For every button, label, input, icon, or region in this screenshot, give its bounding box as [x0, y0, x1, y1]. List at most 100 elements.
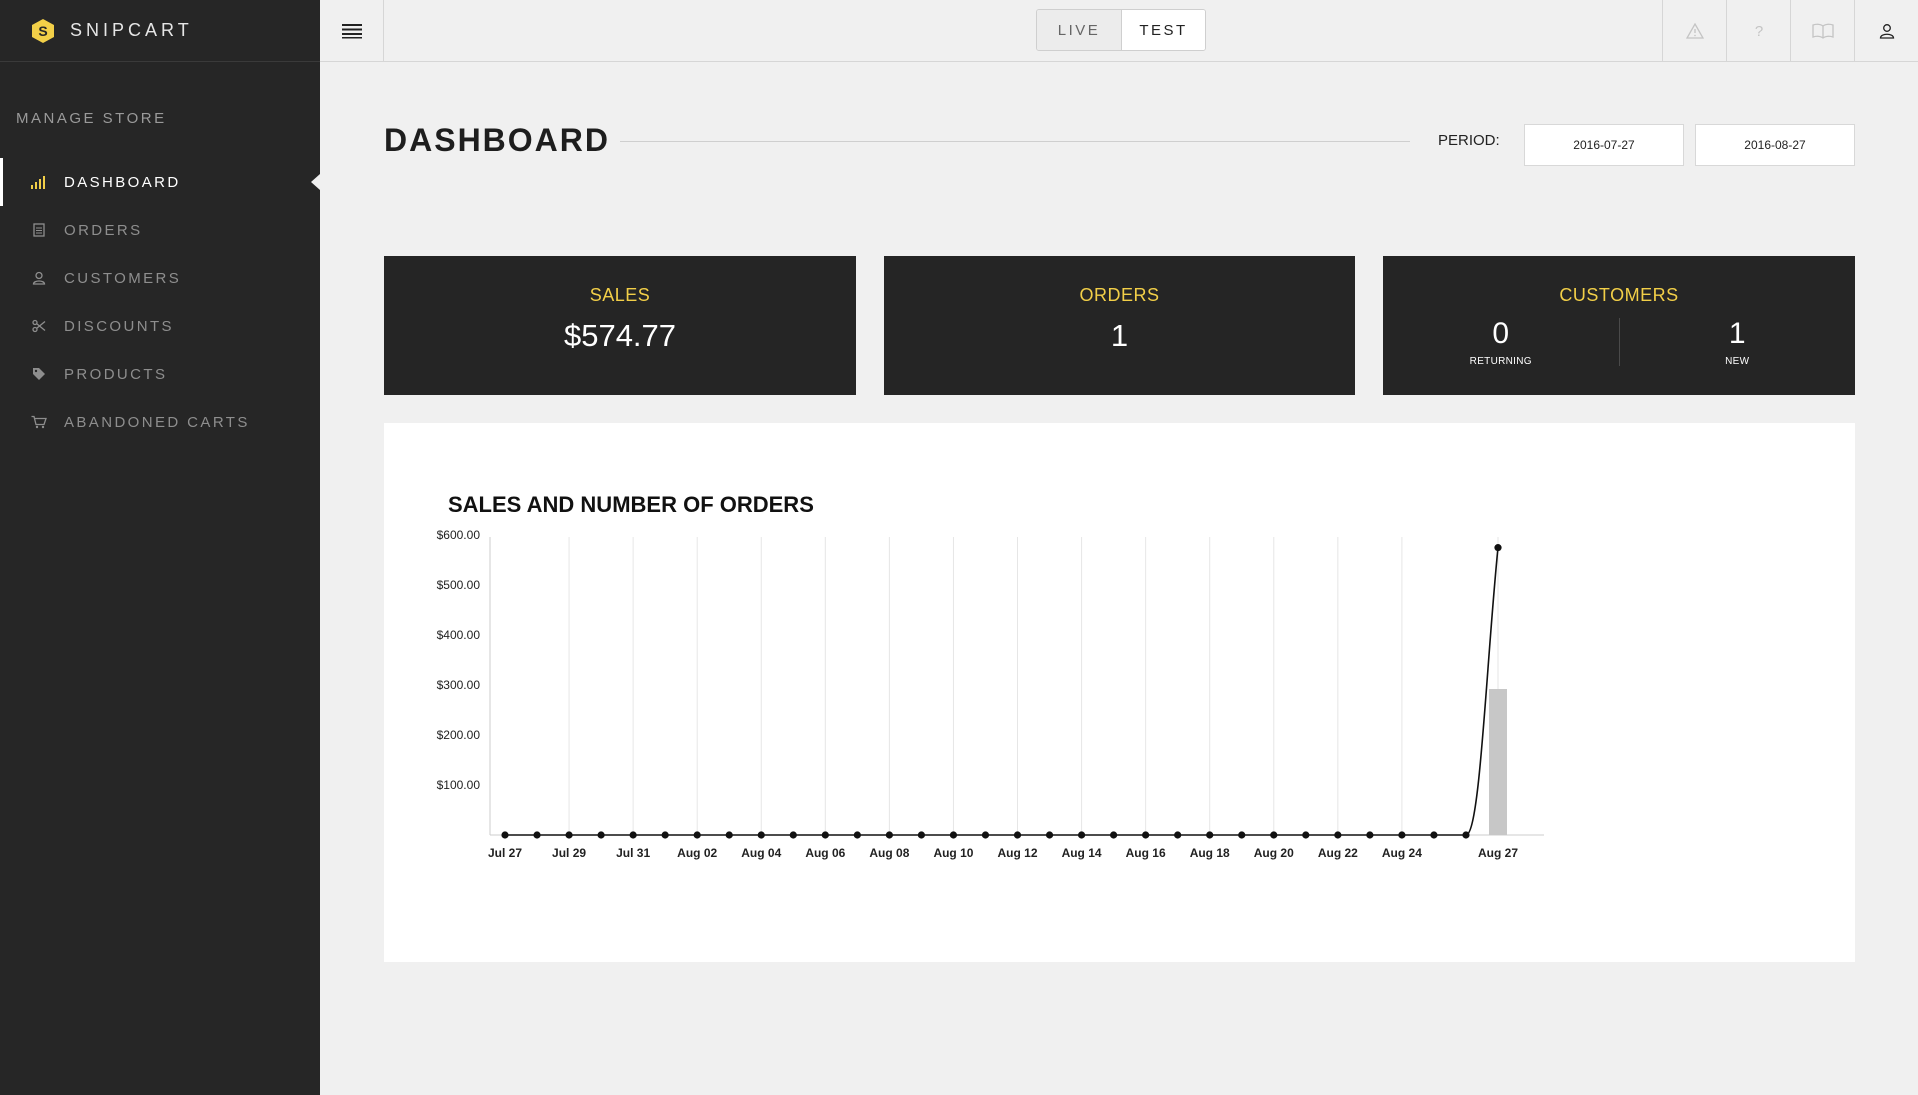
help-button[interactable]: ?: [1726, 0, 1790, 61]
sales-point: [757, 831, 765, 839]
returning-customers-value: 0: [1492, 317, 1510, 350]
period-end-date-input[interactable]: [1695, 124, 1855, 166]
orders-card: ORDERS 1: [884, 256, 1355, 395]
x-tick-label: Aug 02: [677, 846, 717, 860]
svg-text:S: S: [38, 23, 47, 39]
sales-point: [917, 831, 926, 839]
sales-orders-chart-card: SALES AND NUMBER OF ORDERS Jul 27 Jul 29 J…: [384, 423, 1855, 962]
x-tick-label: Aug 20: [1254, 846, 1294, 860]
y-tick-label: $500.00: [437, 578, 481, 592]
sidebar: S SNIPCART MANAGE STORE DASHBOARD ORDERS…: [0, 0, 320, 1095]
account-button[interactable]: [1854, 0, 1918, 61]
sidebar-nav: DASHBOARD ORDERS CUSTOMERS DISCOUNTS PRO…: [0, 158, 320, 446]
page-title: DASHBOARD: [384, 122, 610, 158]
x-tick-label: Aug 14: [1062, 846, 1102, 860]
sales-point: [1142, 831, 1150, 839]
sales-point: [629, 831, 637, 839]
scissors-icon: [30, 317, 48, 335]
sales-point: [1238, 831, 1246, 839]
sales-point: [821, 831, 829, 839]
x-tick-label: Jul 27: [488, 846, 522, 860]
env-test-button[interactable]: TEST: [1121, 10, 1205, 50]
env-live-button[interactable]: LIVE: [1037, 10, 1121, 50]
sidebar-item-label: DASHBOARD: [64, 173, 181, 191]
y-tick-label: $600.00: [437, 528, 481, 542]
sales-point: [1302, 831, 1310, 839]
y-tick-label: $400.00: [437, 628, 481, 642]
brand[interactable]: S SNIPCART: [0, 0, 320, 62]
warning-icon: [1685, 22, 1704, 39]
sidebar-item-customers[interactable]: CUSTOMERS: [0, 254, 320, 302]
sidebar-item-products[interactable]: PRODUCTS: [0, 350, 320, 398]
snipcart-logo-icon: S: [32, 18, 54, 43]
sales-point: [501, 831, 509, 839]
sales-point: [693, 831, 701, 839]
sidebar-item-discounts[interactable]: DISCOUNTS: [0, 302, 320, 350]
sales-card: SALES $574.77: [384, 256, 856, 395]
menu-toggle-button[interactable]: [320, 0, 384, 61]
sidebar-item-orders[interactable]: ORDERS: [0, 206, 320, 254]
sales-orders-chart: Jul 27 Jul 29 Jul 31 Aug 02 Aug 04 Aug 06 Aug …: [437, 528, 1544, 860]
sales-point: [597, 831, 605, 839]
environment-toggle: LIVE TEST: [1036, 9, 1206, 51]
sales-point: [1430, 831, 1438, 839]
documentation-button[interactable]: [1790, 0, 1854, 61]
sales-point: [1110, 831, 1118, 839]
sales-point: [1045, 831, 1054, 839]
document-icon: [30, 221, 48, 239]
sidebar-item-label: ABANDONED CARTS: [64, 413, 250, 431]
topbar-actions: ?: [1662, 0, 1918, 61]
sidebar-item-label: CUSTOMERS: [64, 269, 182, 287]
sales-point: [661, 831, 669, 839]
sales-point: [1398, 831, 1406, 839]
section-title: MANAGE STORE: [16, 110, 167, 127]
sidebar-item-dashboard[interactable]: DASHBOARD: [0, 158, 320, 206]
sidebar-item-label: DISCOUNTS: [64, 317, 174, 335]
x-tick-label: Aug 06: [805, 846, 845, 860]
topbar: LIVE TEST ?: [320, 0, 1918, 62]
x-tick-label: Aug 04: [741, 846, 781, 860]
sales-line: [505, 547, 1499, 836]
sales-point: [1174, 831, 1182, 839]
customers-breakdown: 0 RETURNING 1 NEW: [1383, 318, 1855, 370]
sales-point: [981, 831, 990, 839]
new-customers-value: 1: [1728, 317, 1746, 350]
sales-card-value: $574.77: [563, 318, 677, 353]
bar-chart-icon: [30, 173, 48, 191]
new-customers-label: NEW: [1725, 356, 1750, 367]
x-tick-label: Aug 18: [1190, 846, 1230, 860]
sales-point: [949, 831, 958, 839]
alerts-button[interactable]: [1662, 0, 1726, 61]
x-tick-label: Aug 22: [1318, 846, 1358, 860]
period-start-date-input[interactable]: [1524, 124, 1684, 166]
x-tick-label: Jul 29: [552, 846, 586, 860]
user-icon: [30, 269, 48, 287]
sidebar-item-abandoned-carts[interactable]: ABANDONED CARTS: [0, 398, 320, 446]
orders-card-title: ORDERS: [1079, 285, 1160, 305]
orders-card-value: 1: [1110, 318, 1129, 353]
sales-point: [1366, 831, 1374, 839]
sales-point: [725, 831, 733, 839]
customers-card-title: CUSTOMERS: [1559, 285, 1679, 305]
sales-card-title: SALES: [589, 285, 651, 305]
sales-point: [885, 831, 893, 839]
sales-point: [789, 831, 797, 839]
sales-point: [565, 831, 573, 839]
sales-point: [1494, 544, 1502, 552]
sales-point: [1334, 831, 1342, 839]
sales-point: [533, 831, 541, 839]
new-customers: 1 NEW: [1620, 318, 1856, 370]
x-tick-label: Aug 12: [998, 846, 1038, 860]
x-tick-label: Aug 08: [869, 846, 909, 860]
cart-icon: [30, 413, 48, 431]
x-tick-label: Aug 10: [933, 846, 973, 860]
hamburger-menu-icon: [341, 23, 362, 38]
user-icon: [1879, 23, 1894, 39]
sidebar-item-label: PRODUCTS: [64, 365, 168, 383]
title-divider: [620, 141, 1410, 142]
x-tick-label: Aug 16: [1126, 846, 1166, 860]
tag-icon: [30, 365, 48, 383]
orders-bar: [1489, 689, 1507, 835]
sales-point: [1206, 831, 1214, 839]
y-tick-label: $200.00: [437, 728, 481, 742]
